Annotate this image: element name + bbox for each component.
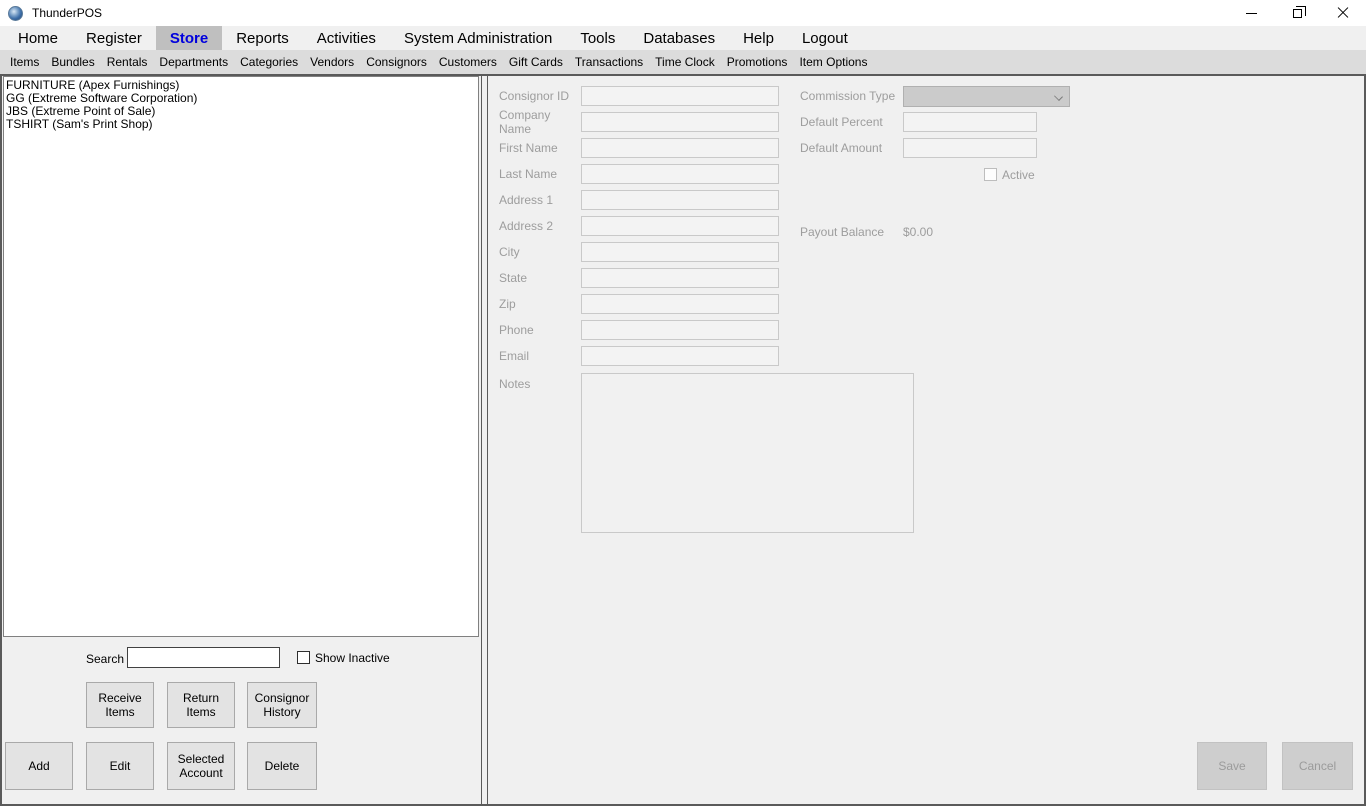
city-input[interactable] [581,242,779,262]
submenu-promotions[interactable]: Promotions [721,50,794,74]
commission-type-label: Commission Type [800,89,903,103]
address-2-input[interactable] [581,216,779,236]
menu-tools[interactable]: Tools [566,26,629,50]
consignor-history-button[interactable]: Consignor History [247,682,317,728]
add-button[interactable]: Add [5,742,73,790]
address-1-label: Address 1 [499,193,581,207]
submenu-departments[interactable]: Departments [153,50,234,74]
menu-home[interactable]: Home [4,26,72,50]
company-name-label: Company Name [499,108,581,136]
commission-type-select[interactable] [903,86,1070,107]
menu-bar: Home Register Store Reports Activities S… [0,26,1366,50]
cancel-button[interactable]: Cancel [1282,742,1353,790]
selected-account-button[interactable]: Selected Account [167,742,235,790]
zip-label: Zip [499,297,581,311]
submenu-customers[interactable]: Customers [433,50,503,74]
receive-items-button[interactable]: Receive Items [86,682,154,728]
submenu-time-clock[interactable]: Time Clock [649,50,721,74]
consignor-id-input[interactable] [581,86,779,106]
last-name-input[interactable] [581,164,779,184]
window-controls [1228,0,1366,26]
payout-balance-value: $0.00 [903,225,933,239]
panel-divider-left [481,76,482,804]
chevron-down-icon [1054,92,1063,101]
panel-divider-right [487,76,488,804]
last-name-label: Last Name [499,167,581,181]
city-label: City [499,245,581,259]
menu-reports[interactable]: Reports [222,26,303,50]
edit-button[interactable]: Edit [86,742,154,790]
consignor-listbox[interactable]: FURNITURE (Apex Furnishings) GG (Extreme… [3,76,479,637]
phone-label: Phone [499,323,581,337]
show-inactive-checkbox[interactable] [297,651,310,664]
submenu-gift-cards[interactable]: Gift Cards [503,50,569,74]
save-button[interactable]: Save [1197,742,1267,790]
menu-register[interactable]: Register [72,26,156,50]
email-input[interactable] [581,346,779,366]
active-checkbox[interactable] [984,168,997,181]
company-name-input[interactable] [581,112,779,132]
show-inactive-label: Show Inactive [315,651,390,665]
submenu-vendors[interactable]: Vendors [304,50,360,74]
active-label: Active [1002,168,1035,182]
search-input[interactable] [127,647,280,668]
app-window: ThunderPOS Home Register Store Reports A… [0,0,1366,806]
close-button[interactable] [1320,0,1366,26]
submenu-consignors[interactable]: Consignors [360,50,433,74]
zip-input[interactable] [581,294,779,314]
default-amount-label: Default Amount [800,141,903,155]
menu-system-administration[interactable]: System Administration [390,26,566,50]
store-submenu-bar: Items Bundles Rentals Departments Catego… [0,50,1366,74]
default-percent-label: Default Percent [800,115,903,129]
first-name-label: First Name [499,141,581,155]
consignors-panel: FURNITURE (Apex Furnishings) GG (Extreme… [0,74,1366,806]
app-icon [8,6,23,21]
state-input[interactable] [581,268,779,288]
email-label: Email [499,349,581,363]
restore-button[interactable] [1274,0,1320,26]
menu-activities[interactable]: Activities [303,26,390,50]
first-name-input[interactable] [581,138,779,158]
payout-balance-label: Payout Balance [800,225,903,239]
phone-input[interactable] [581,320,779,340]
restore-icon [1293,9,1302,18]
address-2-label: Address 2 [499,219,581,233]
title-bar: ThunderPOS [0,0,1366,26]
default-percent-input[interactable] [903,112,1037,132]
menu-help[interactable]: Help [729,26,788,50]
notes-textarea[interactable] [581,373,914,533]
address-1-input[interactable] [581,190,779,210]
window-title: ThunderPOS [32,6,102,20]
delete-button[interactable]: Delete [247,742,317,790]
menu-store[interactable]: Store [156,26,222,50]
return-items-button[interactable]: Return Items [167,682,235,728]
submenu-transactions[interactable]: Transactions [569,50,649,74]
menu-databases[interactable]: Databases [629,26,729,50]
state-label: State [499,271,581,285]
submenu-categories[interactable]: Categories [234,50,304,74]
consignor-id-label: Consignor ID [499,89,581,103]
submenu-items[interactable]: Items [4,50,45,74]
minimize-icon [1246,13,1257,14]
submenu-bundles[interactable]: Bundles [45,50,100,74]
minimize-button[interactable] [1228,0,1274,26]
close-icon [1337,7,1349,19]
notes-label: Notes [499,377,530,391]
submenu-rentals[interactable]: Rentals [101,50,154,74]
submenu-item-options[interactable]: Item Options [793,50,873,74]
search-label: Search [32,652,124,666]
list-item[interactable]: TSHIRT (Sam's Print Shop) [6,118,478,131]
default-amount-input[interactable] [903,138,1037,158]
menu-logout[interactable]: Logout [788,26,862,50]
